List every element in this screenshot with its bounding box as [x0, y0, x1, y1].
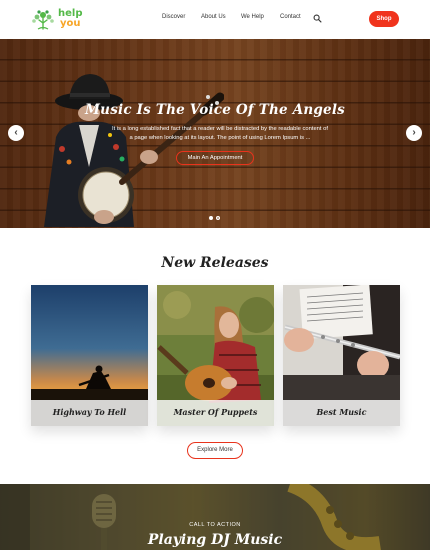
chevron-right-icon: ›: [412, 127, 416, 138]
search-icon[interactable]: [313, 14, 322, 23]
release-card-title[interactable]: Master Of Puppets: [157, 400, 274, 426]
release-card[interactable]: Highway To Hell: [31, 285, 148, 426]
release-card-title[interactable]: Highway To Hell: [31, 400, 148, 426]
slider-dot-active[interactable]: [209, 216, 213, 220]
release-card[interactable]: Best Music: [283, 285, 400, 426]
slider-prev-button[interactable]: ‹: [8, 125, 24, 141]
nav-link-contact[interactable]: Contact: [280, 14, 301, 20]
section-title-new-releases: New Releases: [161, 255, 269, 271]
hero-description: It is a long established fact that a rea…: [112, 126, 328, 141]
logo-text: help you: [58, 9, 83, 29]
chevron-left-icon: ‹: [14, 127, 18, 138]
nav-link-about-us[interactable]: About Us: [201, 14, 226, 20]
slider-dot[interactable]: [216, 216, 220, 220]
tree-logo-icon: [32, 10, 54, 30]
banjo-player-image: [44, 74, 224, 227]
slider-next-button[interactable]: ›: [406, 125, 422, 141]
logo-text-line2: you: [60, 18, 81, 29]
shop-button[interactable]: Shop: [369, 11, 399, 27]
logo[interactable]: help you: [31, 8, 91, 32]
hero-slider: Music Is The Voice Of The Angels It is a…: [0, 39, 430, 228]
nav-link-we-help[interactable]: We Help: [241, 14, 264, 20]
release-card-title[interactable]: Best Music: [283, 400, 400, 426]
appointment-button[interactable]: Main An Appointment: [176, 151, 254, 165]
site-header: help you Discover About Us We Help Conta…: [0, 0, 430, 39]
release-card[interactable]: Master Of Puppets: [157, 285, 274, 426]
hero-title: Music Is The Voice Of The Angels: [85, 102, 345, 118]
cta-kicker: CALL TO ACTION: [189, 522, 241, 528]
call-to-action-banner: CALL TO ACTION Playing DJ Music: [0, 484, 430, 550]
nav-link-discover[interactable]: Discover: [162, 14, 185, 20]
explore-more-button[interactable]: Explore More: [187, 442, 243, 459]
cta-title: Playing DJ Music: [147, 532, 283, 548]
